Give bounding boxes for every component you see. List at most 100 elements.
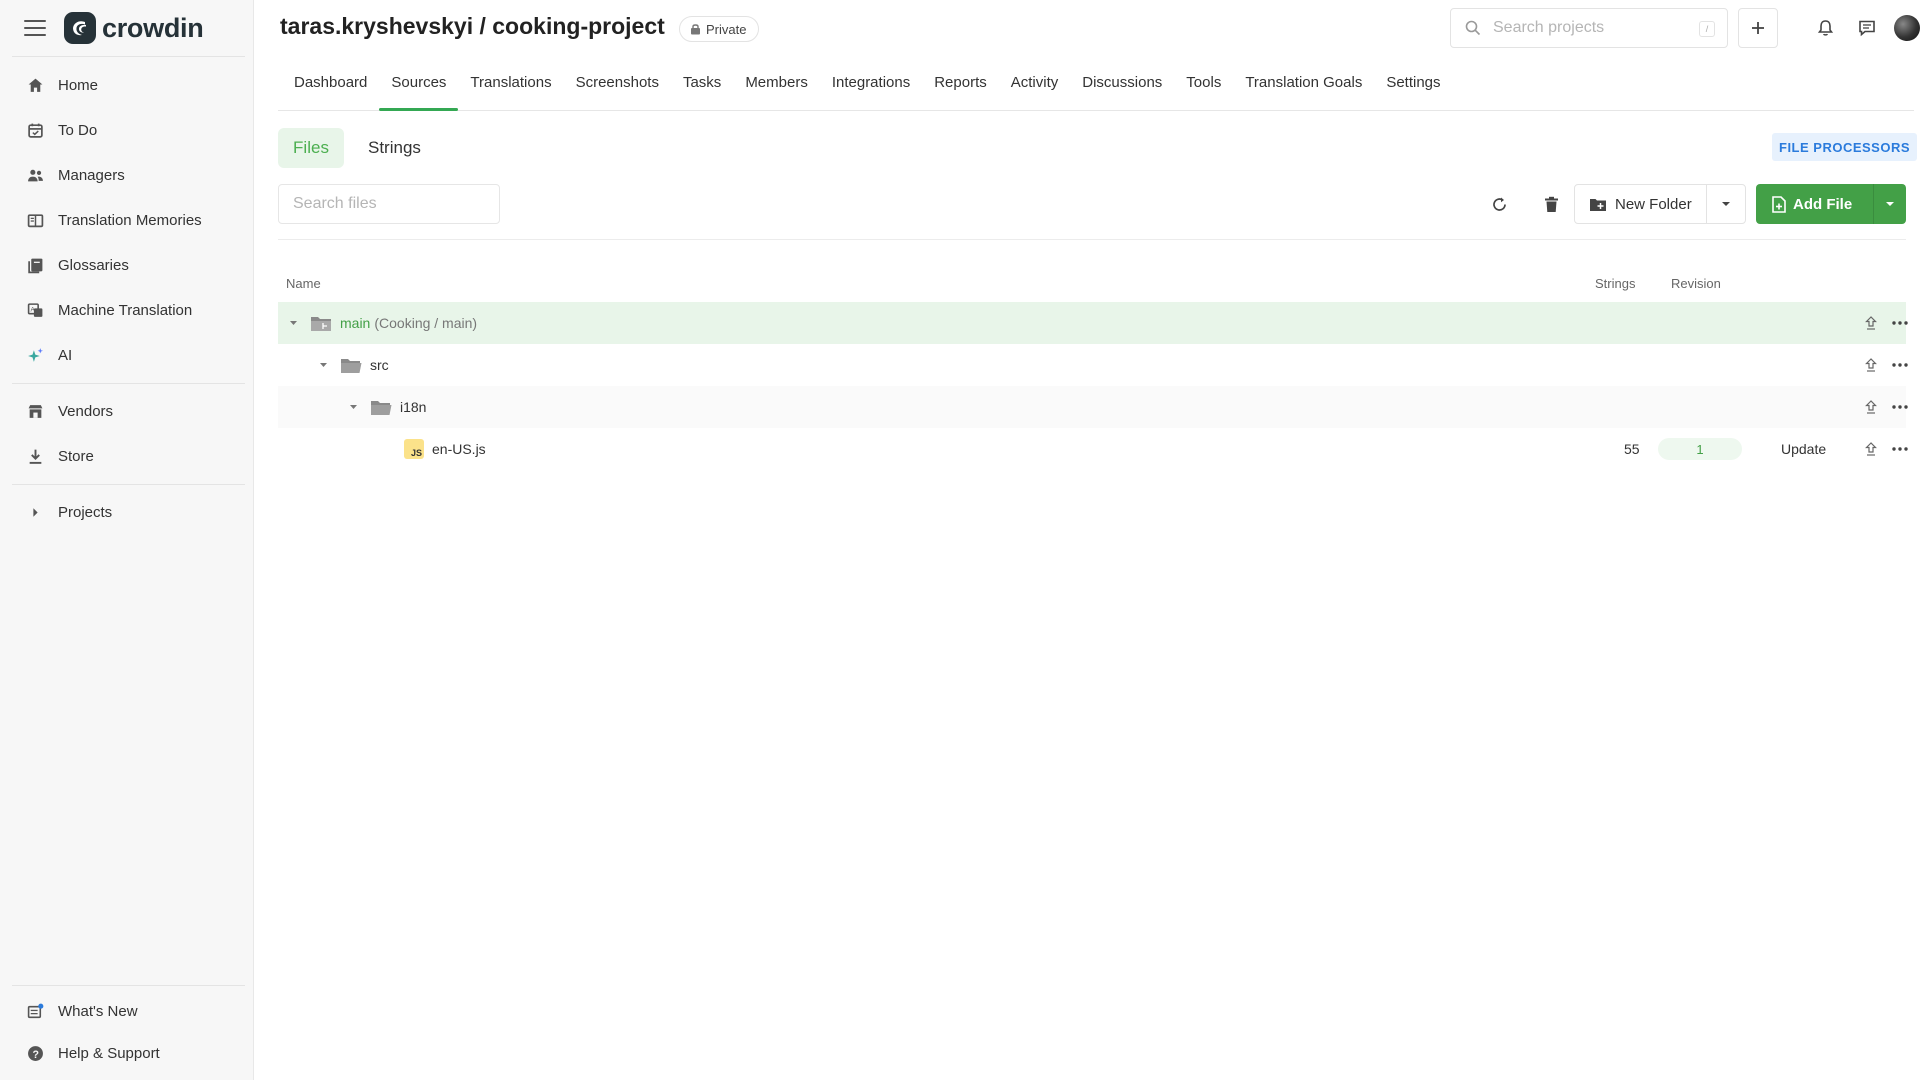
tab-sources[interactable]: Sources xyxy=(379,55,459,111)
tab-tools[interactable]: Tools xyxy=(1174,55,1233,110)
update-button[interactable]: Update xyxy=(1781,441,1826,457)
row-name[interactable]: main xyxy=(340,315,370,331)
more-icon[interactable] xyxy=(1890,439,1910,459)
project-title[interactable]: taras.kryshevskyi / cooking-project xyxy=(280,13,665,40)
tab-activity[interactable]: Activity xyxy=(999,55,1071,110)
tab-dashboard[interactable]: Dashboard xyxy=(282,55,379,110)
collapse-caret-icon[interactable] xyxy=(286,316,300,330)
collapse-caret-icon[interactable] xyxy=(346,400,360,414)
project-nav: Dashboard Sources Translations Screensho… xyxy=(278,56,1914,111)
user-avatar[interactable] xyxy=(1894,15,1920,41)
refresh-icon xyxy=(1492,197,1506,211)
revision-cell: 1 xyxy=(1658,428,1742,470)
collapse-caret-icon[interactable] xyxy=(316,358,330,372)
messages-button[interactable] xyxy=(1855,16,1879,40)
add-file-split-button: Add File xyxy=(1756,184,1906,224)
sidebar-item-managers[interactable]: Managers xyxy=(0,153,253,198)
table-header: Name Strings Revision xyxy=(278,272,1906,296)
sidebar-item-label: Machine Translation xyxy=(58,302,193,319)
tab-integrations[interactable]: Integrations xyxy=(820,55,922,110)
add-file-button[interactable]: Add File xyxy=(1756,184,1874,224)
sidebar-bottom: What's New ? Help & Support xyxy=(0,985,253,1074)
sidebar-item-translation-memories[interactable]: Translation Memories xyxy=(0,198,253,243)
more-cell xyxy=(1890,302,1910,344)
revision-badge[interactable]: 1 xyxy=(1658,438,1742,460)
sidebar-item-label: AI xyxy=(58,347,73,364)
more-icon[interactable] xyxy=(1890,313,1910,333)
sidebar-item-vendors[interactable]: Vendors xyxy=(0,389,253,434)
chevron-right-icon xyxy=(26,504,44,522)
brand-logo[interactable]: crowdin xyxy=(64,12,204,44)
upload-icon[interactable] xyxy=(1861,313,1881,333)
sidebar-item-label: Help & Support xyxy=(58,1044,160,1062)
tab-reports[interactable]: Reports xyxy=(922,55,999,110)
add-file-menu-button[interactable] xyxy=(1874,184,1906,224)
sidebar-item-machine-translation[interactable]: A Machine Translation xyxy=(0,288,253,333)
name-cell: src xyxy=(316,344,389,386)
sidebar-item-store[interactable]: Store xyxy=(0,434,253,479)
upload-cell xyxy=(1861,428,1881,470)
more-icon[interactable] xyxy=(1890,355,1910,375)
upload-icon[interactable] xyxy=(1861,355,1881,375)
bell-icon xyxy=(1817,20,1833,36)
more-cell xyxy=(1890,386,1910,428)
search-projects-input[interactable] xyxy=(1493,19,1683,37)
upload-icon[interactable] xyxy=(1861,439,1881,459)
create-button[interactable] xyxy=(1738,8,1778,48)
store-icon xyxy=(26,403,44,421)
sidebar-item-ai[interactable]: AI xyxy=(0,333,253,378)
new-folder-button[interactable]: New Folder xyxy=(1575,185,1707,223)
js-file-icon: JS xyxy=(404,439,424,459)
sidebar-item-label: Store xyxy=(58,448,94,465)
name-cell: main (Cooking / main) xyxy=(286,302,477,344)
table-row[interactable]: main (Cooking / main) xyxy=(278,302,1908,344)
crowdin-logo-icon xyxy=(64,12,96,44)
row-name[interactable]: src xyxy=(370,357,389,373)
file-plus-icon xyxy=(1772,195,1786,213)
tab-translation-goals[interactable]: Translation Goals xyxy=(1233,55,1374,110)
upload-icon[interactable] xyxy=(1861,397,1881,417)
subtab-files[interactable]: Files xyxy=(278,128,344,168)
menu-icon[interactable] xyxy=(24,20,46,36)
tab-settings[interactable]: Settings xyxy=(1374,55,1452,110)
sidebar-item-home[interactable]: Home xyxy=(0,63,253,108)
notifications-button[interactable] xyxy=(1813,16,1837,40)
caret-down-icon xyxy=(1722,202,1730,206)
new-folder-menu-button[interactable] xyxy=(1707,185,1745,223)
strings-cell: 55 xyxy=(1624,441,1640,457)
sidebar-item-glossaries[interactable]: Glossaries xyxy=(0,243,253,288)
row-name[interactable]: i18n xyxy=(400,399,426,415)
table-row[interactable]: i18n xyxy=(278,386,1908,428)
calendar-icon xyxy=(26,122,44,140)
refresh-button[interactable] xyxy=(1487,192,1511,216)
brand-name: crowdin xyxy=(102,12,204,43)
tab-translations[interactable]: Translations xyxy=(458,55,563,110)
search-files-input[interactable] xyxy=(293,195,483,213)
privacy-label: Private xyxy=(706,21,747,37)
sidebar-item-help-support[interactable]: ? Help & Support xyxy=(0,1032,253,1074)
branch-folder-icon xyxy=(311,317,331,331)
sparkles-icon xyxy=(26,347,44,365)
tab-screenshots[interactable]: Screenshots xyxy=(564,55,671,110)
tab-members[interactable]: Members xyxy=(733,55,820,110)
news-icon xyxy=(26,1002,44,1020)
sidebar-item-todo[interactable]: To Do xyxy=(0,108,253,153)
delete-button[interactable] xyxy=(1539,192,1563,216)
plus-icon xyxy=(1752,22,1764,34)
tab-tasks[interactable]: Tasks xyxy=(671,55,733,110)
more-icon[interactable] xyxy=(1890,397,1910,417)
sidebar-item-label: To Do xyxy=(58,122,98,139)
sidebar-item-label: Vendors xyxy=(58,403,114,420)
table-row[interactable]: JS en-US.js 55 1 Update xyxy=(278,428,1908,470)
chat-icon xyxy=(1859,20,1875,37)
sidebar-item-whats-new[interactable]: What's New xyxy=(0,990,253,1032)
folder-open-icon xyxy=(341,359,362,373)
table-row[interactable]: src xyxy=(278,344,1908,386)
row-name[interactable]: en-US.js xyxy=(432,441,486,457)
tab-discussions[interactable]: Discussions xyxy=(1070,55,1174,110)
subtab-strings[interactable]: Strings xyxy=(356,128,433,168)
download-icon xyxy=(26,448,44,466)
sidebar-item-projects[interactable]: Projects xyxy=(0,490,253,535)
folder-open-icon xyxy=(371,401,392,415)
file-processors-button[interactable]: FILE PROCESSORS xyxy=(1772,133,1918,161)
